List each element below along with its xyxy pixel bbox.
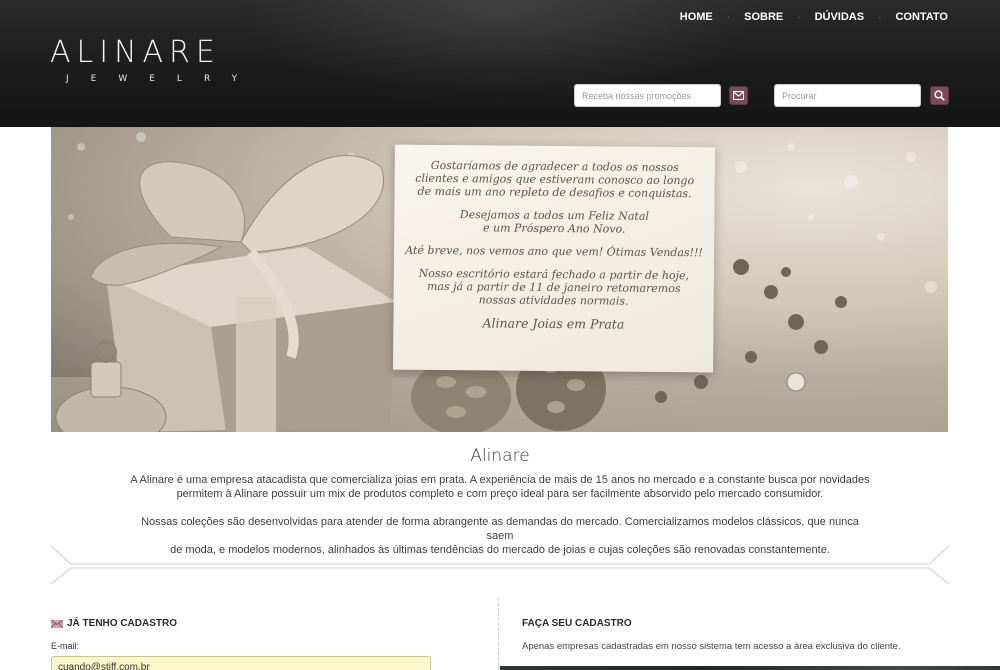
- card-text-line: nossas atividades normais.: [478, 293, 629, 308]
- register-description: Apenas empresas cadastradas em nosso sis…: [522, 641, 901, 652]
- newsletter-submit-button[interactable]: [729, 86, 748, 105]
- login-section-title: JÁ TENHO CADASTRO: [51, 618, 177, 629]
- card-text-line: Até breve, nos vemos ano que vem! Ótimas…: [405, 243, 703, 260]
- logo-sub-text: JEWELRY: [66, 74, 260, 84]
- about-text-line: permitem à Alinare possuir um mix de pro…: [176, 488, 824, 500]
- card-text-line: e um Próspero Ano Novo.: [482, 221, 626, 236]
- envelope-flag-icon: [51, 619, 63, 628]
- nav-separator: ·: [726, 11, 731, 23]
- search-button[interactable]: [930, 86, 949, 105]
- newsletter-input[interactable]: [574, 84, 721, 107]
- section-divider: [51, 545, 949, 585]
- login-title-text: JÁ TENHO CADASTRO: [67, 618, 178, 629]
- site-header: ALINARE JEWELRY HOME · SOBRE · DÚVIDAS ·…: [0, 0, 1000, 127]
- about-title: Alinare: [470, 446, 530, 466]
- email-field[interactable]: [51, 656, 431, 670]
- search-icon: [934, 90, 945, 101]
- mail-icon: [733, 91, 744, 100]
- greeting-card: Gostaríamos de agradecer a todos os noss…: [393, 144, 715, 373]
- about-text-line: A Alinare é uma empresa atacadista que c…: [130, 474, 870, 486]
- nav-home[interactable]: HOME: [680, 11, 713, 23]
- holiday-banner[interactable]: Gostaríamos de agradecer a todos os noss…: [51, 127, 948, 432]
- nav-separator: ·: [797, 11, 801, 23]
- column-separator: [498, 598, 499, 670]
- logo[interactable]: ALINARE JEWELRY: [50, 35, 270, 85]
- about-text-line: Nossas coleções são desenvolvidas para a…: [141, 516, 859, 542]
- nav-sobre[interactable]: SOBRE: [744, 11, 783, 23]
- email-label: E-mail:: [51, 641, 80, 651]
- card-text-line: mas já a partir de 11 de janeiro retomar…: [426, 279, 681, 296]
- footer-strip: [500, 666, 1000, 670]
- card-text-line: de mais um ano repleto de desafios e con…: [417, 184, 692, 201]
- about-paragraph-1: A Alinare é uma empresa atacadista que c…: [130, 473, 870, 501]
- nav-separator: ·: [878, 11, 882, 23]
- nav-contato[interactable]: CONTATO: [895, 11, 948, 23]
- main-nav: HOME · SOBRE · DÚVIDAS · CONTATO: [680, 11, 948, 23]
- search-input[interactable]: [774, 84, 921, 107]
- logo-main-text: ALINARE: [50, 35, 221, 70]
- card-signature: Alinare Joias em Prata: [482, 315, 625, 332]
- register-section-title: FAÇA SEU CADASTRO: [522, 618, 632, 629]
- nav-duvidas[interactable]: DÚVIDAS: [815, 11, 865, 23]
